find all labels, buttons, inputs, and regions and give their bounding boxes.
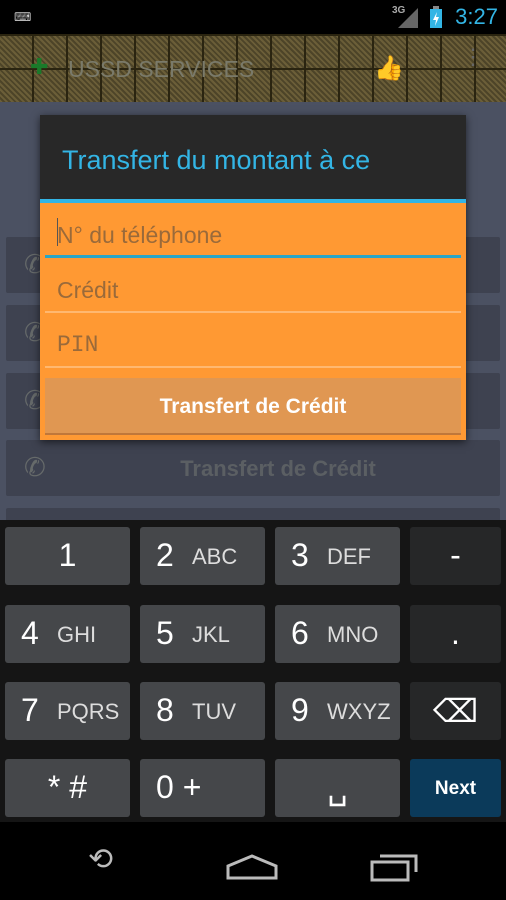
key-label: . — [451, 615, 460, 651]
keyboard-icon: ⌨ — [14, 10, 32, 24]
key-label: ⌫ — [432, 693, 479, 729]
navigation-bar: ⟲ — [0, 822, 506, 900]
pin-placeholder: PIN — [57, 332, 99, 358]
phone-placeholder: N° du téléphone — [57, 222, 223, 248]
transfer-credit-button[interactable]: Transfert de Crédit — [45, 378, 461, 435]
status-bar: ⌨ 3G 3:27 — [0, 0, 506, 34]
action-bar: ✚ USSD SERVICES 👍 ⋮ — [0, 34, 506, 102]
key-label: 7 — [21, 692, 39, 728]
battery-charging-icon — [430, 6, 442, 28]
key-label: 8 — [156, 692, 174, 728]
space-key[interactable]: ␣ — [275, 759, 400, 817]
credit-input[interactable]: Crédit — [45, 267, 461, 313]
signal-icon — [398, 8, 418, 28]
key-2[interactable]: 2 ABC — [140, 527, 265, 585]
next-key[interactable]: Next — [410, 759, 501, 817]
key-minus[interactable]: - — [410, 527, 501, 585]
clock: 3:27 — [455, 4, 498, 29]
dialog-header: Transfert du montant à ce — [40, 115, 466, 203]
phone-number-input[interactable]: N° du téléphone — [45, 212, 461, 258]
key-8[interactable]: 8 TUV — [140, 682, 265, 740]
key-letters: PQRS — [57, 699, 120, 724]
key-letters: MNO — [327, 622, 379, 647]
transfer-credit-list-button[interactable]: ✆ Transfert de Crédit — [6, 440, 500, 496]
thumbs-up-icon[interactable]: 👍 — [374, 54, 404, 83]
key-letters: WXYZ — [327, 699, 391, 724]
key-letters: DEF — [327, 544, 371, 569]
key-5[interactable]: 5 JKL — [140, 605, 265, 663]
key-letters: TUV — [192, 699, 236, 724]
recent-apps-icon[interactable] — [370, 852, 420, 882]
key-4[interactable]: 4 GHI — [5, 605, 130, 663]
key-3[interactable]: 3 DEF — [275, 527, 400, 585]
app-title: USSD SERVICES — [68, 56, 255, 82]
key-label: 9 — [291, 692, 309, 728]
overflow-menu-icon[interactable]: ⋮ — [462, 46, 484, 68]
key-7[interactable]: 7 PQRS — [5, 682, 130, 740]
dialog-title: Transfert du montant à ce — [62, 145, 371, 175]
key-label: 3 — [291, 537, 309, 573]
transfer-dialog: Transfert du montant à ce N° du téléphon… — [40, 115, 466, 440]
key-label: 1 — [58, 537, 77, 573]
delete-key[interactable]: ⌫ — [410, 682, 501, 740]
key-label: * # — [47, 769, 88, 805]
key-letters: ABC — [192, 544, 238, 569]
key-6[interactable]: 6 MNO — [275, 605, 400, 663]
credit-placeholder: Crédit — [57, 277, 119, 303]
key-0-plus[interactable]: 0 + — [140, 759, 265, 817]
home-icon[interactable] — [226, 854, 278, 880]
key-label: 0 + — [156, 769, 202, 805]
key-label: 2 — [156, 537, 174, 573]
key-label: 5 — [156, 615, 174, 651]
key-9[interactable]: 9 WXYZ — [275, 682, 400, 740]
key-label: 4 — [21, 615, 39, 651]
key-label: ␣ — [327, 770, 348, 806]
key-letters: JKL — [192, 622, 230, 647]
key-label: Next — [434, 778, 477, 799]
key-letters: GHI — [57, 622, 97, 647]
key-period[interactable]: . — [410, 605, 501, 663]
key-label: - — [450, 537, 461, 573]
pin-input[interactable]: PIN — [45, 322, 461, 368]
key-star-hash[interactable]: * # — [5, 759, 130, 817]
back-icon[interactable]: ⟲ — [88, 842, 113, 877]
key-1[interactable]: 1 — [5, 527, 130, 585]
key-label: 6 — [291, 615, 309, 651]
app-logo-icon[interactable]: ✚ — [30, 54, 48, 80]
numeric-keyboard: 1 2 ABC 3 DEF - 4 GHI 5 JKL 6 MNO. 7 PQRS 8 TUV 9 WXYZ ⌫ * … — [0, 520, 506, 822]
